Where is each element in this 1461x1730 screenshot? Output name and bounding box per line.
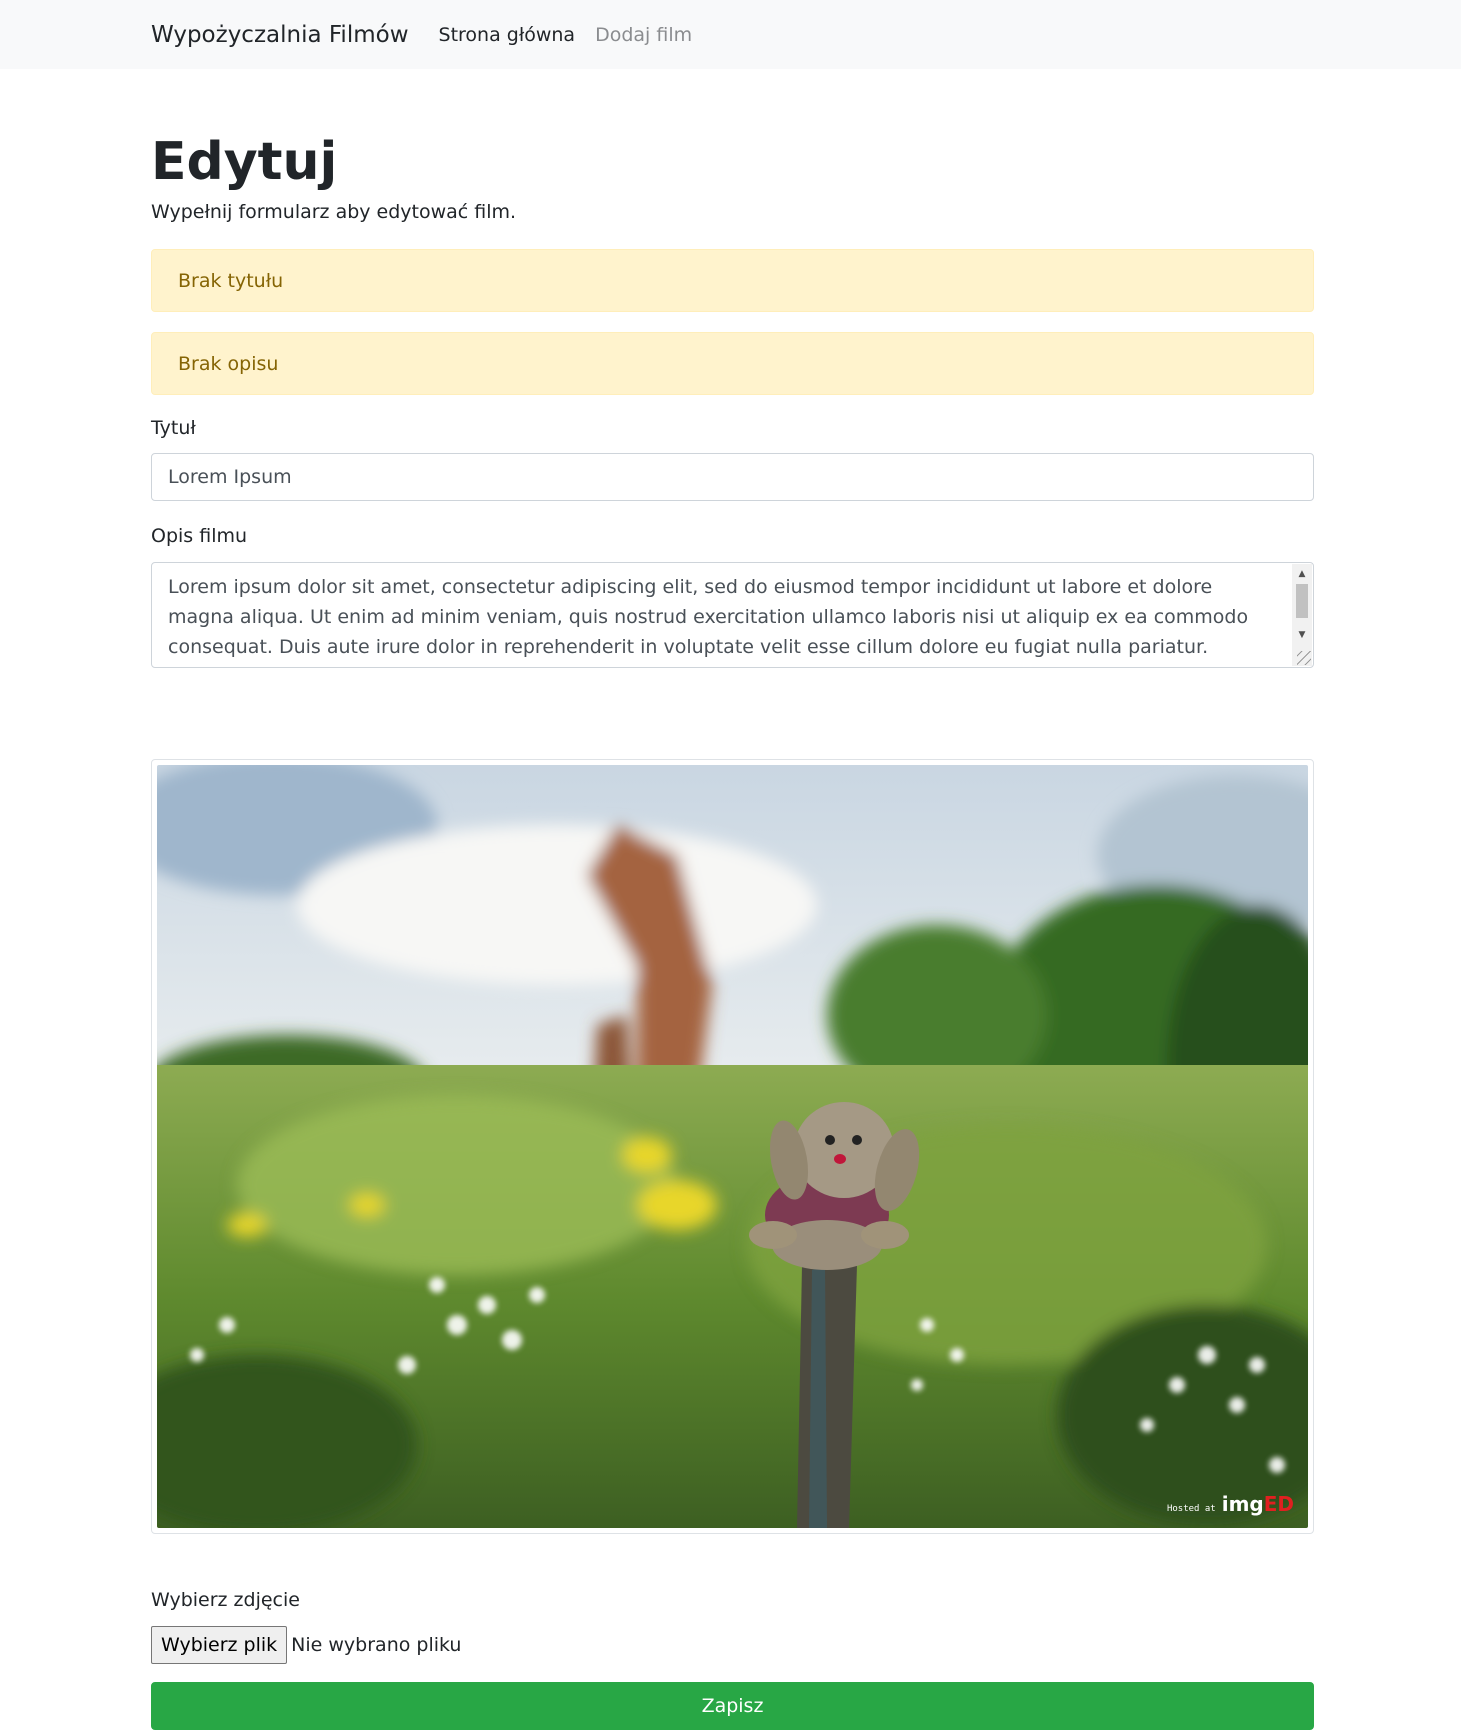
scroll-up-arrow-icon[interactable]: ▲ (1292, 566, 1312, 582)
alert-missing-description: Brak opisu (151, 332, 1314, 395)
scroll-thumb[interactable] (1296, 584, 1308, 618)
alert-missing-title: Brak tytułu (151, 249, 1314, 312)
page-title: Edytuj (151, 132, 338, 192)
watermark-logo: imgED (1222, 1492, 1294, 1516)
resize-handle-icon[interactable] (1297, 651, 1311, 665)
title-label: Tytuł (151, 417, 196, 439)
file-input: Wybierz plik Nie wybrano pliku (151, 1626, 461, 1664)
movie-image: Hosted at imgED (157, 765, 1308, 1528)
movie-image-thumbnail: Hosted at imgED (151, 759, 1314, 1534)
nav-link-add-movie[interactable]: Dodaj film (595, 24, 692, 46)
watermark-prefix: Hosted at (1166, 1504, 1216, 1514)
nav-link-home[interactable]: Strona główna (439, 24, 576, 46)
page-subtitle: Wypełnij formularz aby edytować film. (151, 201, 517, 223)
scroll-down-arrow-icon[interactable]: ▼ (1292, 627, 1312, 643)
file-label: Wybierz zdjęcie (151, 1589, 300, 1611)
photo-illustration (157, 765, 1308, 1528)
description-textarea[interactable]: Lorem ipsum dolor sit amet, consectetur … (151, 562, 1314, 668)
description-textarea-value: Lorem ipsum dolor sit amet, consectetur … (168, 576, 1249, 667)
watermark-logo-ed: ED (1263, 1492, 1294, 1516)
watermark-logo-img: img (1221, 1492, 1264, 1516)
hosting-watermark: Hosted at imgED (1167, 1492, 1294, 1516)
title-input[interactable]: Lorem Ipsum (151, 453, 1314, 501)
save-button[interactable]: Zapisz (151, 1682, 1314, 1730)
file-status: Nie wybrano pliku (291, 1634, 462, 1656)
navbar: Wypożyczalnia Filmów Strona główna Dodaj… (0, 0, 1461, 69)
title-input-value: Lorem Ipsum (168, 466, 292, 488)
brand-link[interactable]: Wypożyczalnia Filmów (151, 22, 409, 48)
description-label: Opis filmu (151, 525, 248, 547)
choose-file-button[interactable]: Wybierz plik (151, 1626, 288, 1664)
